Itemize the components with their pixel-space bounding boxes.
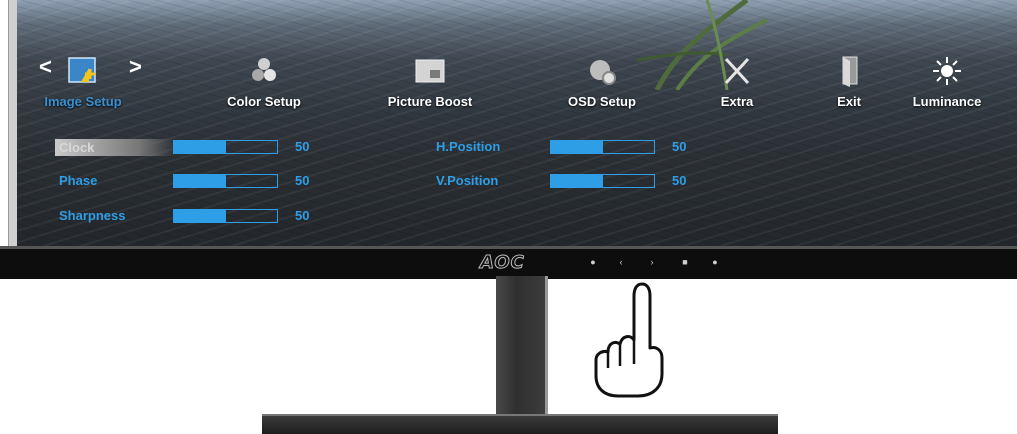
menu-item-luminance[interactable]: Luminance: [887, 54, 1007, 109]
pointing-hand-icon: [594, 282, 664, 398]
setting-label: Phase: [59, 173, 98, 188]
monitor-stand-base: [262, 414, 778, 434]
monitor-bezel: AOC ● ‹ › ■ ●: [0, 246, 1017, 279]
luminance-icon: [933, 57, 961, 85]
image-setup-icon: [68, 57, 96, 83]
menu-item-osd-setup[interactable]: OSD Setup: [542, 54, 662, 109]
setting-label: Sharpness: [59, 208, 126, 223]
setting-value: 50: [295, 208, 310, 223]
menu-item-label: Luminance: [912, 94, 982, 109]
h-position-slider[interactable]: [550, 140, 655, 154]
setting-value: 50: [672, 173, 687, 188]
sharpness-slider[interactable]: [173, 209, 278, 223]
setting-label: H.Position: [436, 139, 501, 154]
picture-boost-icon: [415, 59, 445, 83]
color-setup-icon: [252, 58, 276, 81]
menu-button[interactable]: ■: [678, 257, 692, 267]
setting-clock[interactable]: Clock 50: [55, 137, 329, 157]
setting-v-position[interactable]: V.Position 50: [436, 171, 706, 191]
slider-fill: [551, 141, 603, 153]
slider-fill: [551, 175, 603, 187]
menu-item-label: Image Setup: [44, 94, 122, 109]
setting-sharpness[interactable]: Sharpness 50: [59, 206, 329, 226]
slider-fill: [174, 210, 226, 222]
auto-button[interactable]: ●: [708, 257, 722, 267]
menu-item-label: OSD Setup: [568, 94, 636, 109]
setting-label: Clock: [55, 139, 175, 156]
menu-item-image-setup[interactable]: Image Setup: [23, 54, 143, 109]
menu-item-extra[interactable]: Extra: [677, 54, 797, 109]
extra-icon: [724, 57, 750, 85]
osd-menu-bar: < > Image Setup Color Setup Picture Boos…: [17, 40, 1017, 122]
exit-icon: [842, 56, 858, 87]
setting-value: 50: [295, 139, 310, 154]
setting-value: 50: [295, 173, 310, 188]
menu-item-label: Extra: [720, 94, 754, 109]
stand-edge: [545, 276, 548, 414]
phase-slider[interactable]: [173, 174, 278, 188]
setting-h-position[interactable]: H.Position 50: [436, 137, 706, 157]
menu-item-picture-boost[interactable]: Picture Boost: [370, 54, 490, 109]
slider-fill: [174, 175, 226, 187]
osd-screen: < > Image Setup Color Setup Picture Boos…: [17, 0, 1017, 246]
brand-logo: AOC: [480, 252, 525, 274]
osd-setup-icon: [590, 60, 616, 85]
v-position-slider[interactable]: [550, 174, 655, 188]
left-button[interactable]: ‹: [614, 257, 628, 267]
menu-item-color-setup[interactable]: Color Setup: [204, 54, 324, 109]
setting-phase[interactable]: Phase 50: [59, 171, 329, 191]
slider-fill: [174, 141, 226, 153]
setting-label: V.Position: [436, 173, 499, 188]
clock-slider[interactable]: [173, 140, 278, 154]
power-button[interactable]: ●: [586, 257, 600, 267]
menu-item-label: Color Setup: [227, 94, 301, 109]
monitor-stand-neck: [496, 276, 546, 414]
right-button[interactable]: ›: [645, 257, 659, 267]
menu-item-label: Picture Boost: [387, 94, 473, 109]
monitor: < > Image Setup Color Setup Picture Boos…: [8, 0, 1017, 276]
setting-value: 50: [672, 139, 687, 154]
